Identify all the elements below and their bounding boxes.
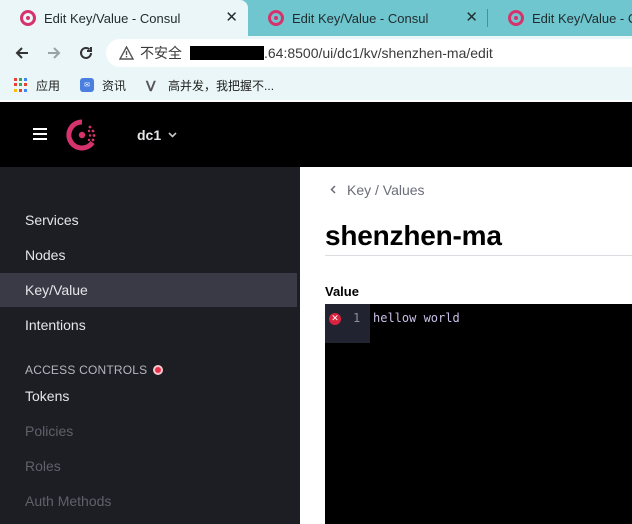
tab-title: Edit Key/Value - Consul [44, 10, 181, 26]
url-text: .64:8500/ui/dc1/kv/shenzhen-ma/edit [264, 45, 493, 61]
chevron-down-icon [168, 130, 177, 141]
sidebar-item-intentions[interactable]: Intentions [0, 308, 300, 342]
chevron-left-icon [330, 183, 336, 197]
sidebar-item-label: Auth Methods [25, 493, 112, 509]
editor-line-text[interactable]: hellow world [373, 311, 460, 325]
apps-grid-icon [14, 78, 28, 92]
datacenter-label: dc1 [137, 127, 162, 143]
back-arrow-icon[interactable] [10, 41, 34, 65]
news-icon: ✉ [80, 78, 95, 92]
hamburger-menu-icon[interactable] [33, 128, 47, 140]
browser-tab-3[interactable]: Edit Key/Value - Consul [488, 0, 632, 36]
sidebar-item-label: Nodes [25, 247, 66, 263]
consul-logo-icon[interactable] [65, 118, 99, 152]
divider [325, 255, 632, 256]
sidebar-item-label: Tokens [25, 388, 70, 404]
line-number: 1 [353, 311, 361, 325]
editor-gutter: ✕ 1 [325, 304, 370, 343]
bookmark-label: 高并发，我把握不... [168, 78, 275, 93]
datacenter-selector[interactable]: dc1 [137, 127, 177, 143]
browser-tab-1[interactable]: Edit Key/Value - Consul ✕ [0, 0, 248, 36]
security-label: 不安全 [140, 45, 182, 61]
redacted-host [190, 46, 264, 60]
close-tab-icon[interactable]: ✕ [225, 9, 238, 27]
sidebar-item-label: Intentions [25, 317, 86, 333]
address-bar[interactable]: 不安全 .64:8500/ui/dc1/kv/shenzhen-ma/edit [106, 39, 632, 67]
consul-favicon-icon [508, 10, 524, 26]
main-content: Key / Values shenzhen-ma Value ✕ 1 hello… [300, 167, 632, 524]
sidebar-item-label: Services [25, 212, 79, 228]
page-title: shenzhen-ma [325, 220, 502, 251]
sidebar-item-policies: Policies [0, 414, 300, 448]
v-icon: ᐯ [146, 78, 156, 94]
access-controls-label: ACCESS CONTROLS [25, 363, 148, 377]
bookmark-news[interactable]: ✉ 资讯 [80, 77, 126, 94]
access-controls-heading: ACCESS CONTROLS [25, 363, 164, 377]
close-tab-icon[interactable]: ✕ [465, 9, 478, 27]
warning-triangle-icon[interactable] [118, 45, 134, 61]
sidebar: Services Nodes Key/Value Intentions ACCE… [0, 167, 300, 524]
reload-icon[interactable] [74, 41, 98, 65]
consul-header: dc1 [0, 102, 632, 167]
breadcrumb-label: Key / Values [347, 182, 425, 198]
value-field-label: Value [325, 284, 359, 299]
forward-arrow-icon[interactable] [42, 41, 66, 65]
bookmark-label: 应用 [36, 78, 61, 93]
bookmark-apps[interactable]: 应用 [14, 77, 60, 94]
sidebar-item-auth-methods: Auth Methods [0, 484, 300, 518]
sidebar-item-label: Roles [25, 458, 61, 474]
sidebar-item-nodes[interactable]: Nodes [0, 238, 300, 272]
breadcrumb[interactable]: Key / Values [330, 182, 425, 198]
sidebar-item-tokens[interactable]: Tokens [0, 379, 300, 413]
sidebar-item-key-value[interactable]: Key/Value [0, 273, 297, 307]
sidebar-item-roles: Roles [0, 449, 300, 483]
consul-favicon-icon [268, 10, 284, 26]
sidebar-item-services[interactable]: Services [0, 203, 300, 237]
bookmark-article[interactable]: ᐯ 高并发，我把握不... [146, 77, 274, 94]
error-marker-icon: ✕ [329, 313, 341, 325]
sidebar-item-label: Policies [25, 423, 74, 439]
sidebar-item-label: Key/Value [25, 282, 88, 298]
tab-title: Edit Key/Value - Consul [292, 10, 429, 26]
consul-favicon-icon [20, 10, 36, 26]
status-dot-icon [153, 365, 164, 375]
browser-toolbar: 不安全 .64:8500/ui/dc1/kv/shenzhen-ma/edit [0, 36, 632, 70]
browser-tab-2[interactable]: Edit Key/Value - Consul ✕ [248, 0, 488, 36]
bookmarks-bar: 应用 ✉ 资讯 ᐯ 高并发，我把握不... [0, 70, 632, 100]
bookmark-label: 资讯 [102, 78, 127, 93]
browser-tab-strip: Edit Key/Value - Consul ✕ Edit Key/Value… [0, 0, 632, 36]
value-code-editor[interactable]: ✕ 1 hellow world [325, 304, 632, 524]
tab-title: Edit Key/Value - Consul [532, 10, 632, 26]
